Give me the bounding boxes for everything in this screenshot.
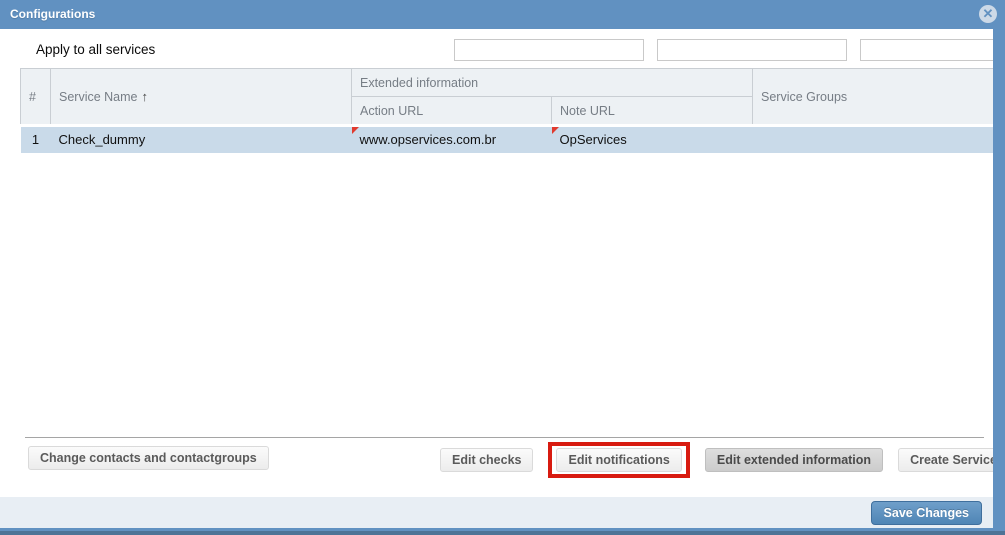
column-header-service-name[interactable]: Service Name ↑ [51, 69, 352, 126]
column-header-num: # [21, 69, 51, 126]
highlight-annotation: Edit notifications [548, 442, 689, 478]
filter-input-note-url[interactable] [657, 39, 847, 61]
actions-divider [25, 437, 984, 438]
edited-marker-icon [552, 127, 559, 134]
page-background: Configurations ✕ Apply to all services #… [0, 0, 1005, 533]
dialog-titlebar: Configurations ✕ [0, 0, 1005, 29]
edit-checks-button[interactable]: Edit checks [440, 448, 533, 472]
edit-actions-group: Edit checks Edit notifications Edit exte… [440, 442, 993, 478]
configurations-dialog: Apply to all services # Service Name ↑ Ex… [0, 29, 993, 528]
column-header-service-groups[interactable]: Service Groups [753, 69, 993, 126]
service-name-label: Service Name [59, 90, 138, 104]
service-groups-cell[interactable] [753, 126, 993, 153]
action-url-cell[interactable]: www.opservices.com.br [352, 126, 552, 153]
apply-to-all-label: Apply to all services [36, 42, 155, 57]
services-table: # Service Name ↑ Extended information Ser… [20, 68, 993, 153]
window-bottom-edge [0, 531, 1005, 533]
save-changes-button[interactable]: Save Changes [871, 501, 982, 525]
change-contacts-button[interactable]: Change contacts and contactgroups [28, 446, 269, 470]
edit-notifications-button[interactable]: Edit notifications [556, 448, 681, 472]
dialog-title: Configurations [10, 0, 95, 29]
close-icon[interactable]: ✕ [979, 5, 997, 23]
table-row[interactable]: 1 Check_dummy www.opservices.com.br OpSe… [21, 126, 994, 153]
edited-marker-icon [352, 127, 359, 134]
column-header-action-url[interactable]: Action URL [352, 97, 552, 126]
row-number-cell: 1 [21, 126, 51, 153]
service-name-cell[interactable]: Check_dummy [51, 126, 352, 153]
edit-extended-information-button[interactable]: Edit extended information [705, 448, 883, 472]
column-header-note-url[interactable]: Note URL [552, 97, 753, 126]
column-group-extended-information: Extended information [352, 69, 753, 97]
filter-input-action-url[interactable] [454, 39, 644, 61]
create-service-groups-button[interactable]: Create Service Groups [898, 448, 993, 472]
note-url-cell[interactable]: OpServices [552, 126, 753, 153]
sort-ascending-icon: ↑ [142, 89, 149, 104]
action-url-value: www.opservices.com.br [360, 132, 497, 147]
dialog-footer: Save Changes [0, 497, 993, 528]
note-url-value: OpServices [560, 132, 627, 147]
filter-input-service-groups[interactable] [860, 39, 993, 61]
